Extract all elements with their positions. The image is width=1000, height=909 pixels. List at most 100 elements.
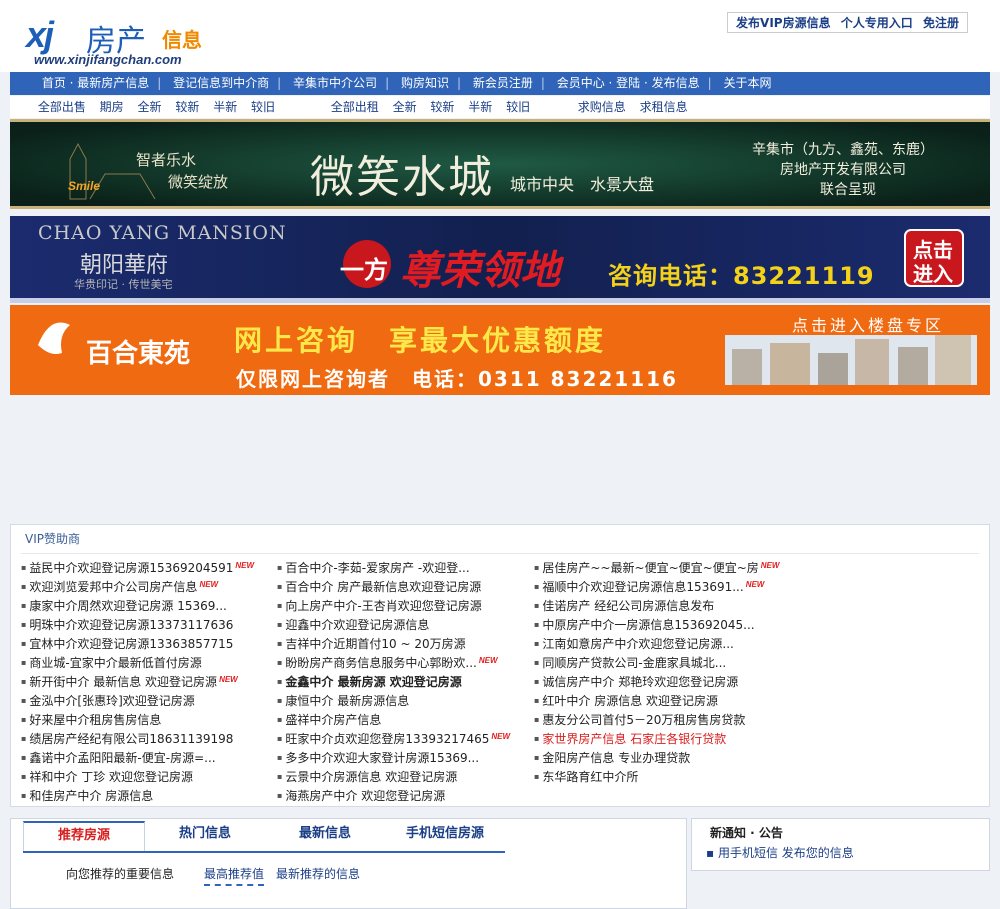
new-badge-icon: NEW: [745, 580, 765, 589]
tab-recommended[interactable]: 推荐房源: [23, 821, 145, 851]
vip-sponsor-link[interactable]: 佳诺房产 经纪公司房源信息发布: [534, 596, 789, 615]
nav-agencies[interactable]: 辛集市中介公司: [287, 76, 383, 90]
sub-sale-all[interactable]: 全部出售: [38, 100, 86, 114]
vip-sponsor-text: 宜林中介欢迎登记房源13363857715: [29, 637, 234, 651]
banner-smile-water-city[interactable]: Smile 智者乐水 微笑绽放 微笑水城 城市中央 水景大盘 辛集市（九方、鑫苑…: [10, 119, 990, 209]
sub-sale-half[interactable]: 半新: [213, 100, 237, 114]
vip-sponsor-link[interactable]: 祥和中介 丁珍 欢迎您登记房源: [21, 767, 276, 786]
site-logo[interactable]: xj 房产 信息 www.xinjifangchan.com: [24, 8, 224, 68]
vip-sponsor-text: 红叶中介 房源信息 欢迎登记房源: [542, 694, 719, 708]
vip-sponsor-link[interactable]: 同顺房产贷款公司-金鹿家具城北...: [534, 653, 789, 672]
vip-sponsor-link[interactable]: 百合中介 房产最新信息欢迎登记房源: [277, 577, 532, 596]
vip-sponsor-link[interactable]: 和佳房产中介 房源信息: [21, 786, 276, 805]
vip-sponsor-link[interactable]: 康家中介周然欢迎登记房源 15369...: [21, 596, 276, 615]
vip-sponsor-text: 祥和中介 丁珍 欢迎您登记房源: [29, 770, 194, 784]
vip-sponsor-link[interactable]: 明珠中介欢迎登记房源13373117636: [21, 615, 276, 634]
vip-sponsor-link[interactable]: 向上房产中介-王杏肖欢迎您登记房源: [277, 596, 532, 615]
vip-sponsor-text: 中原房产中介一房源信息153692045...: [542, 618, 755, 632]
sub-rent-newish[interactable]: 较新: [430, 100, 454, 114]
vip-sponsor-link[interactable]: 绩居房产经纪有限公司18631139198: [21, 729, 276, 748]
banner3-line2: 仅限网上咨询者 电话：0311 83221116: [236, 367, 678, 391]
banner-chaoyang-mansion[interactable]: CHAO YANG MANSION 朝阳華府 华贵印记 · 传世美宅 一方 尊荣…: [10, 216, 990, 303]
publish-vip-link[interactable]: 发布VIP房源信息: [736, 16, 831, 30]
sub-sale-newish[interactable]: 较新: [175, 100, 199, 114]
vip-sponsor-link[interactable]: 海燕房产中介 欢迎您登记房源: [277, 786, 532, 805]
nav-member-center[interactable]: 会员中心 · 登陆 · 发布信息: [551, 76, 706, 90]
highest-recommend-link[interactable]: 最高推荐值: [204, 865, 265, 886]
vip-sponsor-link[interactable]: 好来屋中介租房售房信息: [21, 710, 276, 729]
top-links: 发布VIP房源信息 个人专用入口 免注册: [727, 12, 968, 33]
banner3-enter: 点击进入楼盘专区: [792, 316, 945, 335]
notice-item[interactable]: ▪ 用手机短信 发布您的信息: [706, 844, 854, 861]
vip-sponsor-link[interactable]: 东华路育红中介所: [534, 767, 789, 786]
notice-item-text: 用手机短信 发布您的信息: [717, 846, 854, 860]
sub-sale-new[interactable]: 全新: [138, 100, 162, 114]
new-badge-icon: NEW: [235, 561, 255, 570]
vip-sponsor-link[interactable]: 盼盼房产商务信息服务中心郭盼欢...NEW: [277, 653, 532, 672]
vip-sponsor-link[interactable]: 福顺中介欢迎登记房源信息153691...NEW: [534, 577, 789, 596]
vip-sponsor-text: 明珠中介欢迎登记房源13373117636: [29, 618, 234, 632]
vip-sponsor-text: 福顺中介欢迎登记房源信息153691...: [542, 580, 744, 594]
vip-sponsor-link[interactable]: 康恒中介 最新房源信息: [277, 691, 532, 710]
tab-hot[interactable]: 热门信息: [145, 821, 265, 849]
vip-sponsor-text: 江南如意房产中介欢迎您登记房源...: [542, 637, 734, 651]
nav-buying-knowledge[interactable]: 购房知识: [395, 76, 455, 90]
sub-rent-old[interactable]: 较旧: [506, 100, 530, 114]
latest-recommend-link[interactable]: 最新推荐的信息: [276, 865, 360, 882]
vip-sponsor-link[interactable]: 欢迎浏览爱邦中介公司房产信息NEW: [21, 577, 276, 596]
logo-url: www.xinjifangchan.com: [34, 52, 182, 67]
vip-sponsor-link[interactable]: 旺家中介贞欢迎您登房13393217465NEW: [277, 729, 532, 748]
vip-sponsor-link[interactable]: 金阳房产信息 专业办理贷款: [534, 748, 789, 767]
vip-sponsor-link[interactable]: 中原房产中介一房源信息153692045...: [534, 615, 789, 634]
logo-xj: xj: [26, 14, 54, 55]
vip-sponsors-panel: VIP赞助商 益民中介欢迎登记房源15369204591NEW欢迎浏览爱邦中介公…: [10, 524, 990, 807]
personal-entry-link[interactable]: 个人专用入口: [841, 16, 913, 30]
vip-sponsor-link[interactable]: 吉祥中介近期首付10 ~ 20万房源: [277, 634, 532, 653]
nav-register-to-agent[interactable]: 登记信息到中介商: [167, 76, 275, 90]
vip-sponsor-link[interactable]: 惠友分公司首付5－20万租房售房贷款: [534, 710, 789, 729]
no-register-link[interactable]: 免注册: [923, 16, 959, 30]
vip-sponsor-link[interactable]: 益民中介欢迎登记房源15369204591NEW: [21, 558, 276, 577]
vip-sponsor-link[interactable]: 金鑫中介 最新房源 欢迎登记房源: [277, 672, 532, 691]
new-badge-icon: NEW: [199, 580, 219, 589]
sub-want-buy[interactable]: 求购信息: [578, 100, 626, 114]
vip-sponsor-link[interactable]: 红叶中介 房源信息 欢迎登记房源: [534, 691, 789, 710]
vip-sponsor-link[interactable]: 迎鑫中介欢迎登记房源信息: [277, 615, 532, 634]
notice-title: 新通知 · 公告: [710, 826, 783, 840]
vip-sponsor-link[interactable]: 居佳房产~~最新~便宜~便宜~便宜~房NEW: [534, 558, 789, 577]
banner1-brand: Smile: [68, 179, 101, 193]
sub-rent-new[interactable]: 全新: [393, 100, 417, 114]
recommend-tabs-panel: 推荐房源 热门信息 最新信息 手机短信房源 向您推荐的重要信息 最高推荐值 最新…: [10, 818, 687, 909]
vip-sponsor-text: 佳诺房产 经纪公司房源信息发布: [542, 599, 715, 613]
tab-underline: [23, 851, 505, 853]
vip-sponsor-link[interactable]: 云景中介房源信息 欢迎登记房源: [277, 767, 532, 786]
banner1-title: 微笑水城: [310, 152, 494, 203]
vip-sponsor-link[interactable]: 商业城-宜家中介最新低首付房源: [21, 653, 276, 672]
tab-sms[interactable]: 手机短信房源: [385, 821, 505, 849]
vip-sponsor-link[interactable]: 多多中介欢迎大家登计房源15369...: [277, 748, 532, 767]
vip-sponsor-link[interactable]: 江南如意房产中介欢迎您登记房源...: [534, 634, 789, 653]
vip-sponsor-link[interactable]: 家世界房产信息 石家庄各银行贷款: [534, 729, 789, 748]
nav-new-member[interactable]: 新会员注册: [467, 76, 539, 90]
sub-want-rent[interactable]: 求租信息: [640, 100, 688, 114]
sub-rent-half[interactable]: 半新: [468, 100, 492, 114]
nav-about[interactable]: 关于本网: [717, 76, 777, 90]
banner1-company1: 辛集市（九方、鑫苑、东鹿）: [752, 142, 934, 158]
sub-sale-presale[interactable]: 期房: [100, 100, 124, 114]
banner-baihe-dongyuan[interactable]: 百合東苑 网上咨询 享最大优惠额度 仅限网上咨询者 电话：0311 832211…: [10, 305, 990, 395]
banner1-company2: 房地产开发有限公司: [780, 162, 906, 178]
vip-sponsor-link[interactable]: 鑫诺中介孟阳阳最新-便宜-房源=...: [21, 748, 276, 767]
site-header: xj 房产 信息 www.xinjifangchan.com 发布VIP房源信息…: [0, 0, 1000, 72]
sub-sale-old[interactable]: 较旧: [251, 100, 275, 114]
vip-sponsor-link[interactable]: 新开街中介 最新信息 欢迎登记房源NEW: [21, 672, 276, 691]
vip-sponsor-link[interactable]: 宜林中介欢迎登记房源13363857715: [21, 634, 276, 653]
vip-sponsor-link[interactable]: 百合中介-李茹-爱家房产 -欢迎登...: [277, 558, 532, 577]
vip-sponsor-text: 东华路育红中介所: [542, 770, 639, 784]
vip-sponsor-link[interactable]: 金泓中介[张惠玲]欢迎登记房源: [21, 691, 276, 710]
vip-sponsor-link[interactable]: 诚信房产中介 郑艳玲欢迎您登记房源: [534, 672, 789, 691]
vip-sponsor-link[interactable]: 盛祥中介房产信息: [277, 710, 532, 729]
tab-latest[interactable]: 最新信息: [265, 821, 385, 849]
vip-sponsor-text: 旺家中介贞欢迎您登房13393217465: [285, 732, 490, 746]
sub-rent-all[interactable]: 全部出租: [331, 100, 379, 114]
nav-home[interactable]: 首页 · 最新房产信息: [36, 76, 155, 90]
